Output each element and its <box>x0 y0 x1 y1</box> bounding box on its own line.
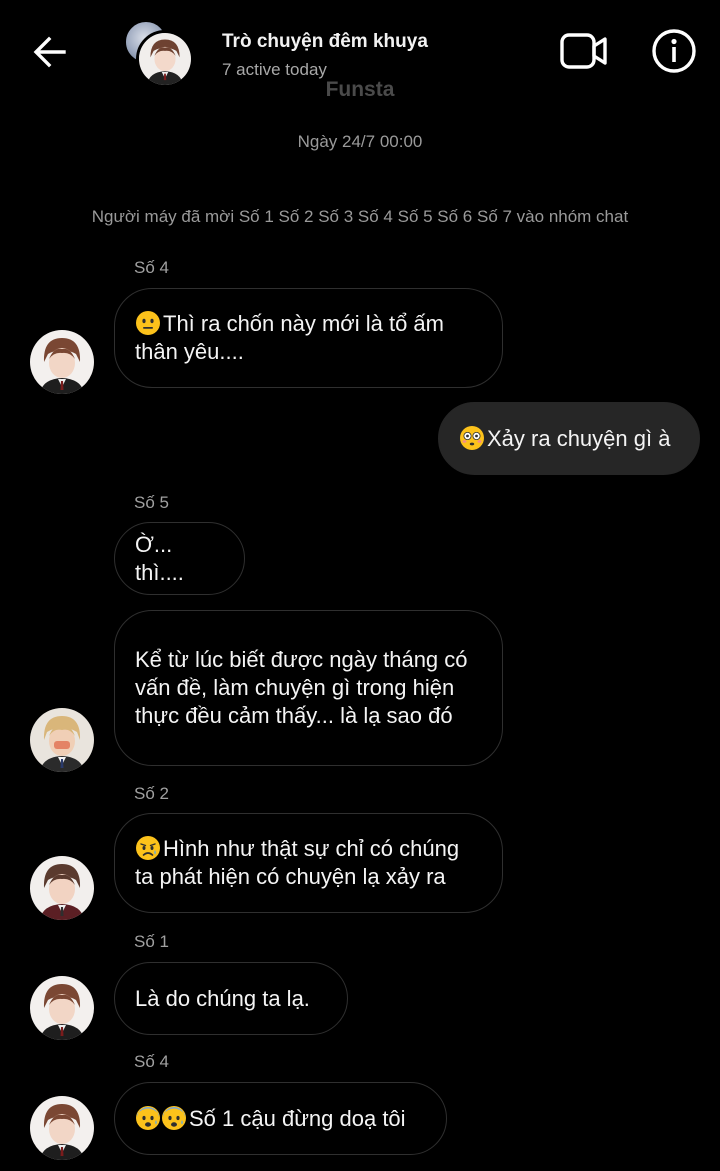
neutral-face-icon <box>136 311 160 335</box>
avatar[interactable] <box>30 708 94 772</box>
message-bubble[interactable]: Là do chúng ta lạ. <box>114 962 348 1035</box>
avatar[interactable] <box>30 856 94 920</box>
message-text: Ờ... thì.... <box>135 531 184 585</box>
fearful-face-icon <box>136 1105 160 1130</box>
outgoing-message-bubble[interactable]: Xảy ra chuyện gì à <box>438 402 700 475</box>
watermark: Funsta <box>325 78 395 101</box>
message-text: Xảy ra chuyện gì à <box>487 425 671 451</box>
sender-name: Số 5 <box>134 493 169 512</box>
fearful-face-icon <box>162 1105 186 1130</box>
flushed-face-icon <box>460 425 484 450</box>
sender-name: Số 1 <box>134 932 169 951</box>
video-call-button[interactable] <box>556 28 612 74</box>
sad-face-icon <box>136 836 160 860</box>
video-call-icon <box>560 33 607 69</box>
arrow-left-icon <box>33 36 66 68</box>
info-button[interactable] <box>650 27 698 75</box>
sender-name: Số 4 <box>134 258 169 277</box>
avatar[interactable] <box>30 1096 94 1160</box>
message-bubble[interactable]: Số 1 cậu đừng doạ tôi <box>114 1082 447 1155</box>
chat-screen: Trò chuyện đêm khuya 7 active today Funs… <box>0 0 720 1171</box>
info-icon <box>652 29 696 73</box>
avatar[interactable] <box>30 330 94 394</box>
active-status: 7 active today <box>222 60 327 79</box>
message-bubble[interactable]: Thì ra chốn này mới là tổ ấm thân yêu...… <box>114 288 503 388</box>
sender-name: Số 2 <box>134 784 169 803</box>
message-text: Hình như thật sự chỉ có chúng ta phát hi… <box>135 836 460 889</box>
avatar[interactable] <box>30 976 94 1040</box>
message-text: Số 1 cậu đừng doạ tôi <box>189 1105 406 1131</box>
message-bubble[interactable]: Ờ... thì.... <box>114 522 245 595</box>
back-button[interactable] <box>28 30 72 74</box>
message-bubble[interactable]: Kể từ lúc biết được ngày tháng có vấn đề… <box>114 610 503 766</box>
system-message: Người máy đã mời Số 1 Số 2 Số 3 Số 4 Số … <box>91 207 629 226</box>
message-text: Là do chúng ta lạ. <box>135 985 310 1011</box>
chat-timestamp: Ngày 24/7 00:00 <box>297 132 423 151</box>
chat-header: Trò chuyện đêm khuya 7 active today Funs… <box>0 0 720 110</box>
message-bubble[interactable]: Hình như thật sự chỉ có chúng ta phát hi… <box>114 813 503 913</box>
message-text: Kể từ lúc biết được ngày tháng có vấn đề… <box>135 647 468 728</box>
chat-title[interactable]: Trò chuyện đêm khuya <box>222 31 428 53</box>
sender-name: Số 4 <box>134 1052 169 1071</box>
message-text: Thì ra chốn này mới là tổ ấm thân yêu...… <box>135 311 444 364</box>
